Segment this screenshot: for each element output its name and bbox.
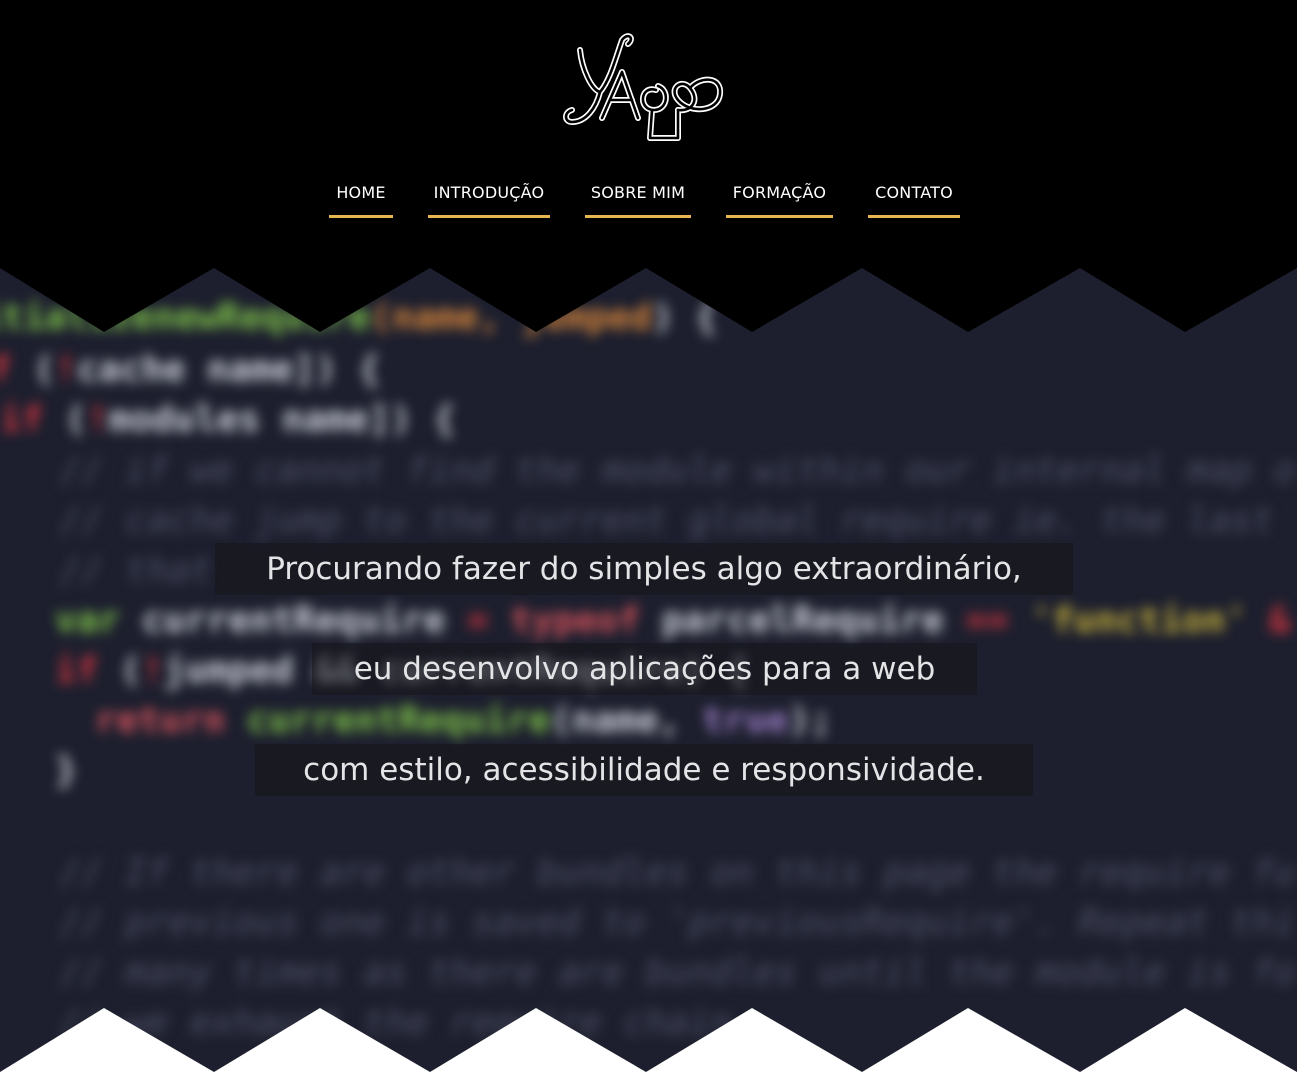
- nav-item-sobre-mim[interactable]: SOBRE MIM: [585, 170, 691, 218]
- site-header: HOME INTRODUÇÃO SOBRE MIM FORMAÇÃO CONTA…: [0, 0, 1297, 267]
- hero-line-3: com estilo, acessibilidade e responsivid…: [255, 744, 1033, 796]
- footer-zigzag-divider: [0, 1008, 1297, 1080]
- main-nav: HOME INTRODUÇÃO SOBRE MIM FORMAÇÃO CONTA…: [0, 170, 1297, 220]
- nav-item-formacao[interactable]: FORMAÇÃO: [726, 170, 833, 218]
- logo-icon[interactable]: [560, 30, 730, 145]
- nav-item-home[interactable]: HOME: [329, 170, 393, 218]
- header-zigzag-divider: [0, 266, 1297, 332]
- page: itializenewRequire(name, jumped) { f (!c…: [0, 0, 1297, 1080]
- nav-item-introducao[interactable]: INTRODUÇÃO: [428, 170, 550, 218]
- hero-line-2: eu desenvolvo aplicações para a web: [312, 643, 977, 695]
- nav-item-contato[interactable]: CONTATO: [868, 170, 960, 218]
- hero-line-1: Procurando fazer do simples algo extraor…: [215, 543, 1073, 595]
